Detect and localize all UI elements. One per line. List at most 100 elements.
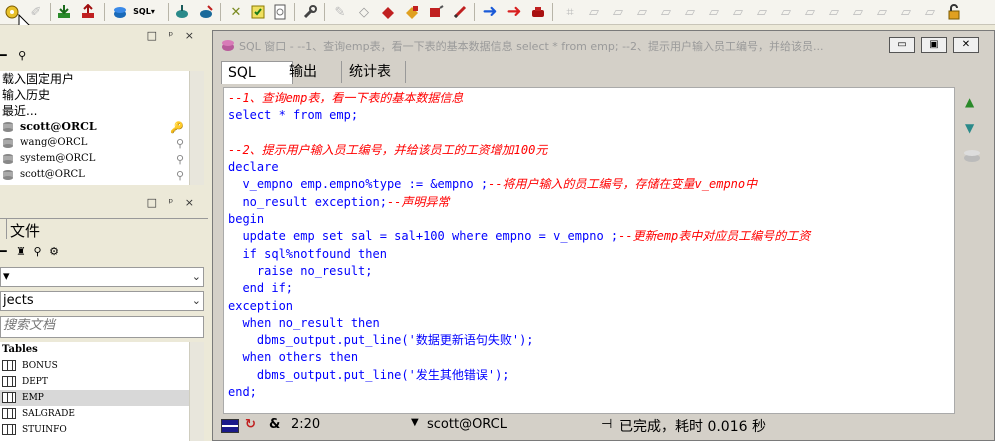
arrow-right-red-icon[interactable]: ➜	[504, 2, 524, 22]
download-icon[interactable]	[54, 2, 74, 22]
sql-window-titlebar[interactable]: SQL 窗口 - --1、查询emp表，看一下表的基本数据信息 select *…	[213, 31, 994, 59]
arrow-down-icon[interactable]: ▼	[965, 121, 974, 135]
connection-item[interactable]: wang@ORCL ⚲	[0, 135, 204, 151]
code-line: if sql%notfound then	[228, 246, 954, 263]
code-line: when no_result then	[228, 315, 954, 332]
sql-window: SQL 窗口 - --1、查询emp表，看一下表的基本数据信息 select *…	[212, 30, 995, 441]
upload-icon[interactable]	[78, 2, 98, 22]
tools-icon[interactable]: ✕	[226, 2, 246, 22]
eraser-icon[interactable]: ✎	[330, 2, 350, 22]
code-token: when others then	[228, 350, 359, 365]
chevron-down-icon: ⌄	[191, 270, 201, 283]
note-icon[interactable]	[248, 2, 268, 22]
filter-icon[interactable]: ⚲	[34, 245, 42, 258]
binoculars-icon[interactable]: ♜	[16, 245, 26, 258]
paint-icon[interactable]	[378, 2, 398, 22]
code-comment: --1、查询emp表，看一下表的基本数据信息	[228, 91, 464, 105]
arrow-right-blue-icon[interactable]: ➜	[480, 2, 500, 22]
objects-select[interactable]: jects ⌄	[0, 291, 204, 311]
table-row[interactable]: SALGRADE	[0, 406, 204, 422]
refresh-icon[interactable]: ↻	[245, 417, 256, 432]
code-token: from	[293, 108, 322, 123]
code-line: dbms_output.put_line('数据更新语句失败');	[228, 332, 954, 349]
table-row[interactable]: BONUS	[0, 358, 204, 374]
tree-scrollbar[interactable]	[189, 342, 204, 441]
disabled-icon-10: ▱	[781, 4, 791, 20]
history-list: 载入固定用户 输入历史 最近... scott@ORCL 🔑 wang@ORCL…	[0, 71, 204, 185]
editor-mode-icon[interactable]	[221, 419, 239, 433]
arrow-up-icon[interactable]: ▲	[965, 95, 974, 109]
db-down-icon[interactable]	[172, 2, 192, 22]
connection-label: scott@ORCL	[20, 120, 97, 133]
disabled-icon-2: ▱	[589, 4, 599, 20]
wrench-icon[interactable]	[300, 2, 320, 22]
ampersand-icon[interactable]: &	[269, 417, 280, 432]
tab-statistics[interactable]: 统计表	[343, 61, 406, 83]
minimize-button[interactable]: ▭	[889, 37, 915, 53]
connection-item[interactable]: system@ORCL ⚲	[0, 151, 204, 167]
restore-button[interactable]: ▣	[921, 37, 947, 53]
db-side-icon[interactable]	[963, 147, 981, 166]
run-sql-icon[interactable]	[110, 2, 130, 22]
code-token: end if;	[228, 281, 294, 296]
connection-label: wang@ORCL	[20, 137, 88, 148]
owner-select[interactable]: ▾ ⌄	[0, 267, 204, 287]
disabled-icon-7: ▱	[709, 4, 719, 20]
panel-controls[interactable]: □ ᵖ ×	[147, 29, 198, 42]
doc-icon[interactable]	[270, 2, 290, 22]
camera-icon[interactable]	[402, 2, 422, 22]
table-row[interactable]: STUINFO	[0, 422, 204, 438]
code-token: if sql%notfound then	[228, 246, 387, 261]
history-scrollbar[interactable]	[189, 71, 204, 185]
tab-output[interactable]: 输出	[283, 61, 342, 83]
connection-item[interactable]: scott@ORCL 🔑	[0, 119, 204, 135]
database-icon	[3, 154, 13, 164]
cursor-position: 2:20	[291, 417, 321, 432]
lock-icon[interactable]	[944, 2, 964, 22]
sql-editor[interactable]: --1、查询emp表，看一下表的基本数据信息 select * from emp;…	[223, 87, 955, 414]
code-token: *	[271, 108, 294, 123]
list-item[interactable]: 输入历史	[0, 87, 204, 103]
code-line: no_result exception;--声明异常	[228, 194, 954, 211]
disabled-icon-8: ▱	[733, 4, 743, 20]
table-row[interactable]: DEPT	[0, 374, 204, 390]
object-tree: Tables BONUS DEPT EMP SALGRADE STUINFO	[0, 342, 204, 441]
objects-tabs: 文件	[0, 218, 208, 241]
code-comment: --2、提示用户输入员工编号，并给该员工的工资增加100元	[228, 142, 548, 157]
database-icon	[3, 170, 13, 180]
list-item[interactable]: 最近...	[0, 103, 204, 119]
connection-status[interactable]: scott@ORCL	[427, 417, 507, 432]
code-token: emp;	[321, 108, 359, 123]
settings-icon[interactable]: ⚙	[49, 245, 59, 258]
sql-dropdown-icon[interactable]: SQL▾	[133, 2, 155, 22]
tree-folder-tables[interactable]: Tables	[0, 342, 204, 358]
book-icon[interactable]: ◇	[354, 2, 374, 22]
connection-item[interactable]: scott@ORCL ⚲	[0, 167, 204, 183]
tab-files[interactable]: 文件	[10, 220, 40, 241]
disabled-icon-1: ⌗	[566, 4, 574, 20]
disabled-icon-15: ▱	[901, 4, 911, 20]
code-line: declare	[228, 159, 954, 176]
search-input[interactable]: 搜索文档	[0, 316, 204, 338]
minus-icon[interactable]: ━	[0, 245, 7, 258]
panel-controls[interactable]: □ ᵖ ×	[147, 196, 198, 209]
minus-icon[interactable]: ━	[0, 49, 7, 62]
db-up-icon[interactable]	[196, 2, 216, 22]
disabled-icon-5: ▱	[661, 4, 671, 20]
code-line: raise no_result;	[228, 263, 954, 280]
code-line: end;	[228, 384, 954, 401]
code-line: select * from emp;	[228, 107, 954, 124]
red-pen-icon[interactable]	[450, 2, 470, 22]
close-button[interactable]: ✕	[953, 37, 979, 53]
filter-icon[interactable]: ⚲	[18, 49, 26, 62]
code-token: begin	[228, 212, 265, 227]
connection-dropdown-icon[interactable]: ▼	[411, 417, 419, 428]
code-comment: --更新emp表中对应员工编号的工资	[618, 229, 811, 244]
flag-icon[interactable]	[426, 2, 446, 22]
code-token: select	[228, 108, 272, 123]
code-line: --2、提示用户输入员工编号，并给该员工的工资增加100元	[228, 142, 954, 159]
stop-icon[interactable]	[528, 2, 548, 22]
objects-panel-header: □ ᵖ ×	[0, 195, 206, 213]
list-item[interactable]: 载入固定用户	[0, 71, 204, 87]
table-row-selected[interactable]: EMP	[0, 390, 204, 406]
